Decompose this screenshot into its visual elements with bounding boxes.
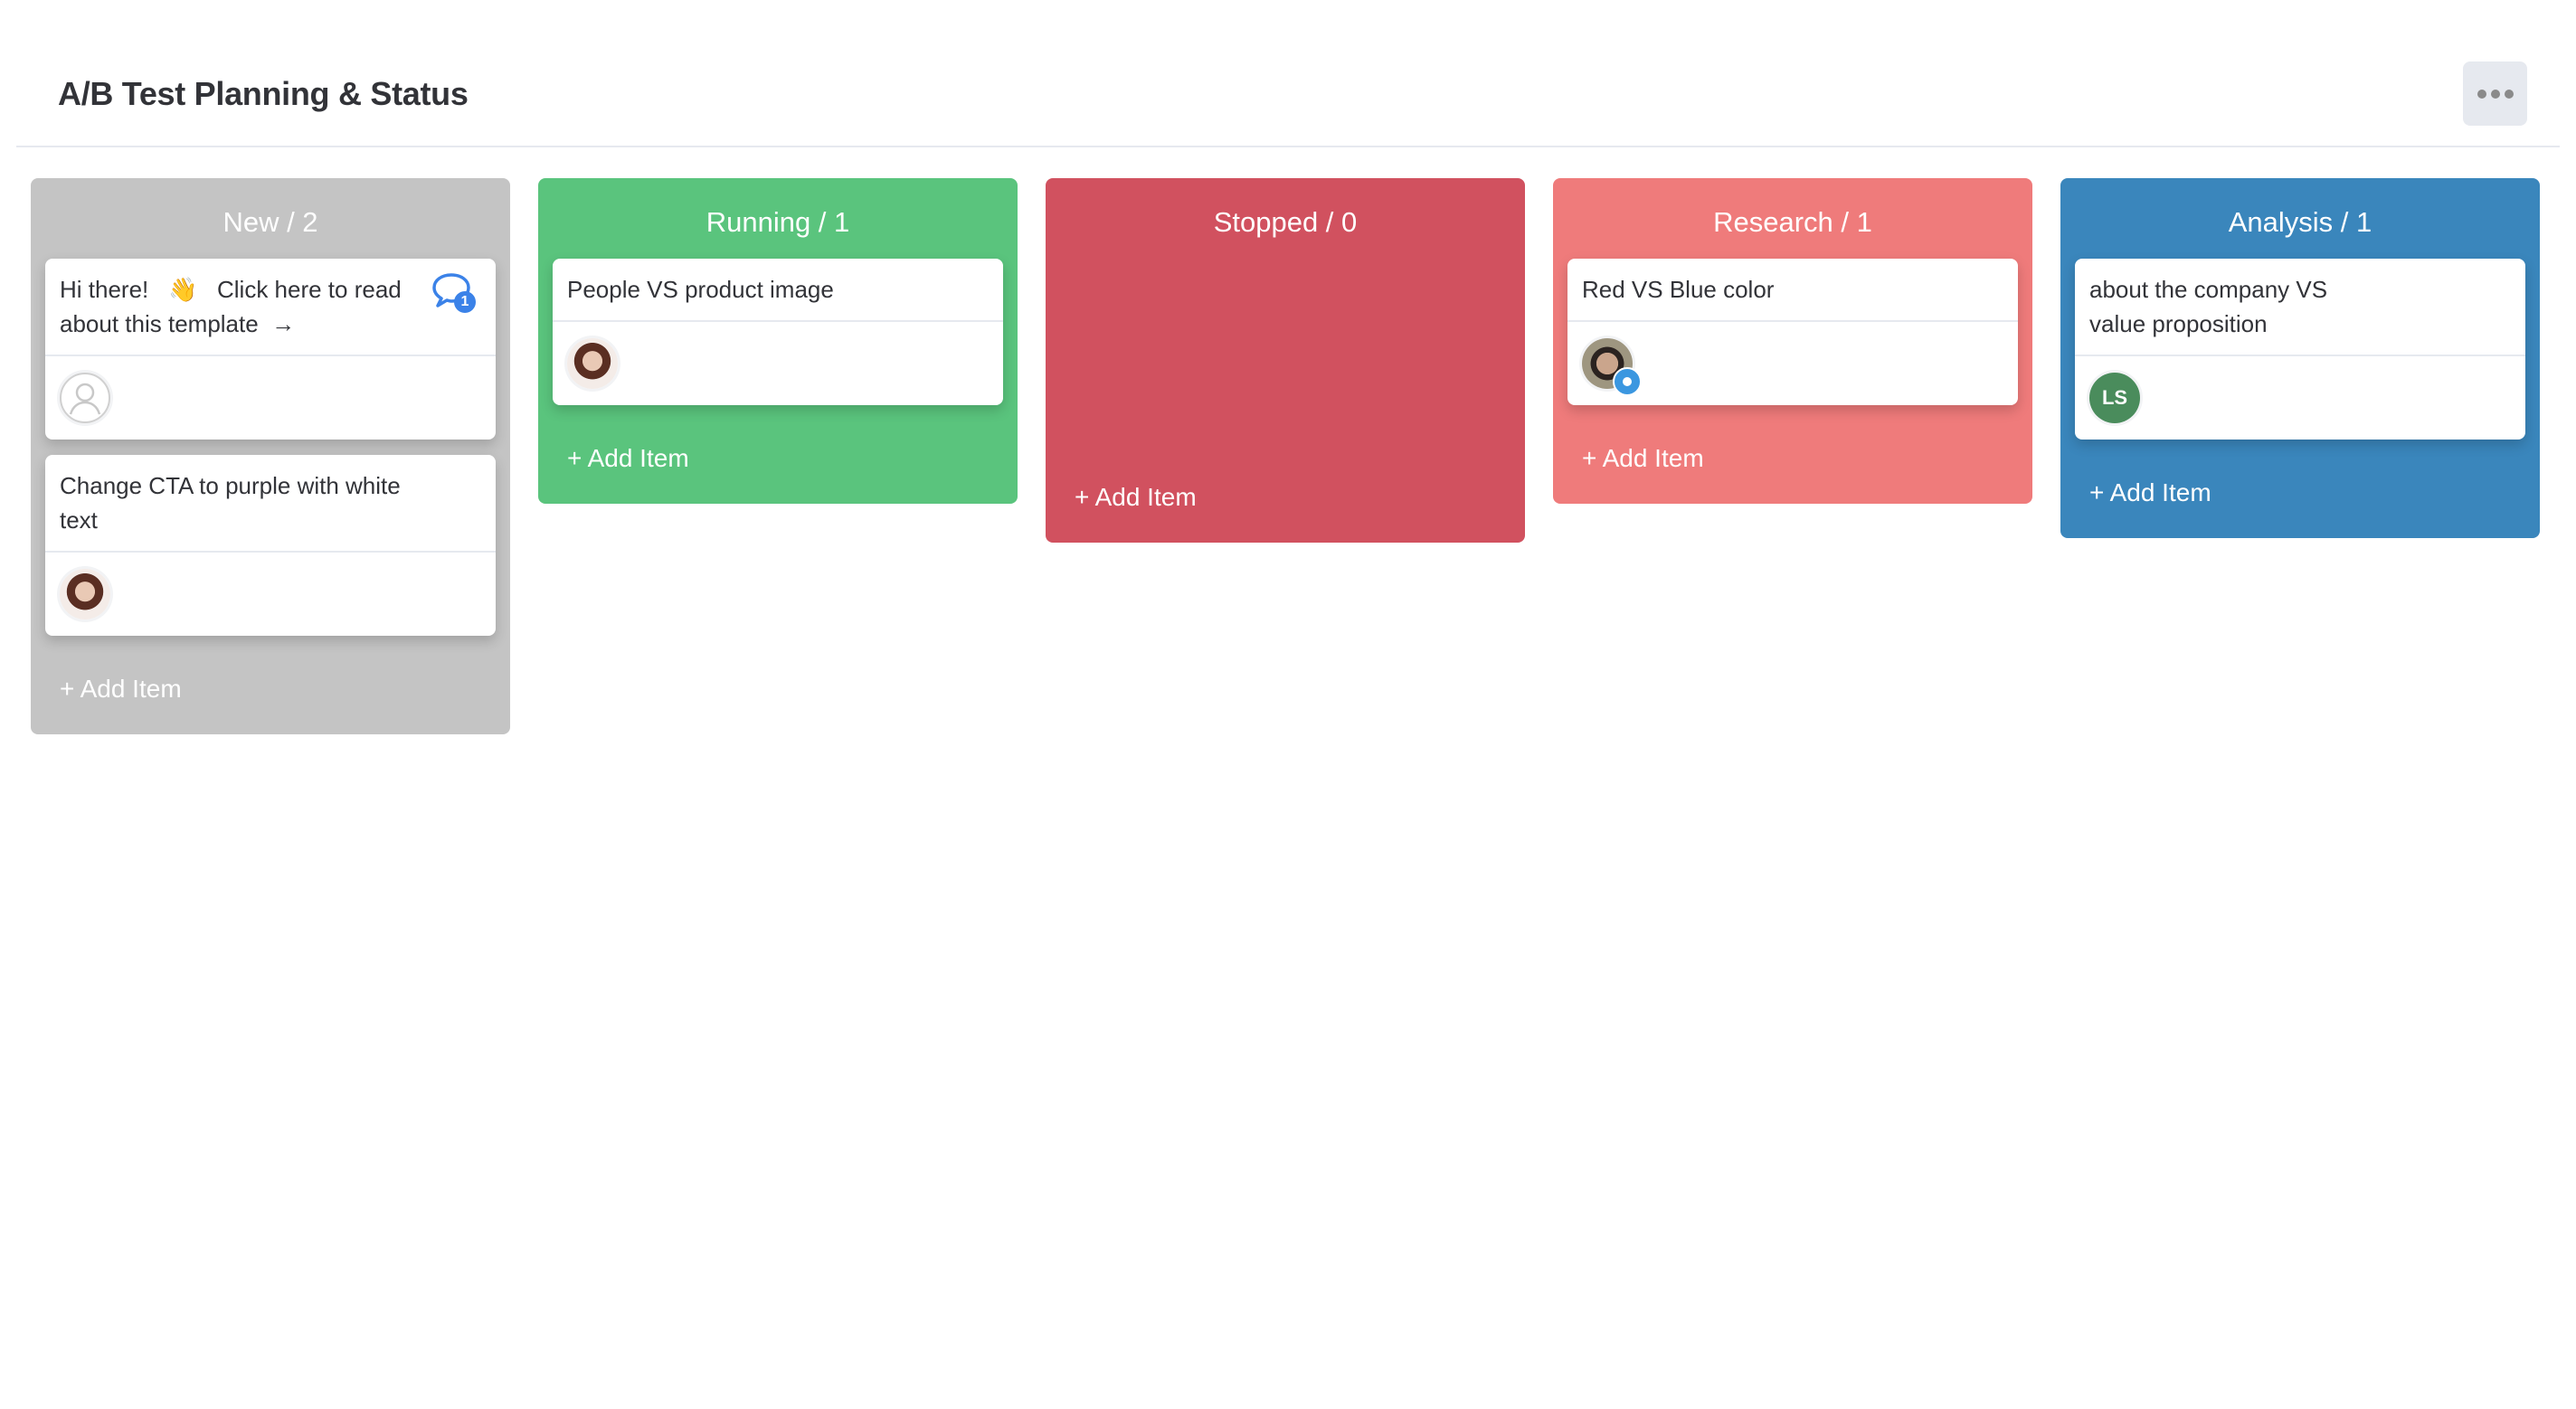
column-header[interactable]: Stopped / 0 [1046, 178, 1525, 259]
add-item-button[interactable]: + Add Item [1046, 468, 1525, 526]
card-title[interactable]: Change CTA to purple with white text [45, 455, 496, 553]
column-stopped: Stopped / 0 + Add Item [1046, 178, 1525, 543]
comment-count-badge: 1 [454, 291, 476, 313]
card[interactable]: People VS product image [553, 259, 1003, 405]
card-footer: LS [2075, 356, 2525, 440]
add-item-button[interactable]: + Add Item [31, 660, 510, 718]
card-footer [553, 322, 1003, 405]
card-title[interactable]: Red VS Blue color [1567, 259, 2018, 322]
arrow-right-icon: → [271, 310, 296, 337]
more-dot [2490, 89, 2500, 99]
add-item-button[interactable]: + Add Item [1553, 430, 2032, 487]
column-header[interactable]: Running / 1 [538, 178, 1018, 259]
comment-button[interactable]: 1 [431, 271, 476, 313]
card-title-text: Hi there! [60, 276, 149, 303]
card-footer [45, 553, 496, 636]
card[interactable]: Change CTA to purple with white text [45, 455, 496, 636]
column-running: Running / 1 People VS product image + Ad… [538, 178, 1018, 504]
assignee-avatar-initials[interactable]: LS [2089, 373, 2140, 423]
column-header[interactable]: Research / 1 [1553, 178, 2032, 259]
column-research: Research / 1 Red VS Blue color + Add Ite… [1553, 178, 2032, 504]
card-footer [45, 356, 496, 440]
unassigned-person-icon[interactable] [60, 373, 110, 423]
card-title[interactable]: about the company VS value proposition [2075, 259, 2525, 356]
assignee-avatar[interactable] [60, 569, 110, 619]
add-item-button[interactable]: + Add Item [538, 430, 1018, 487]
wave-emoji-icon: 👋 [167, 276, 198, 303]
column-analysis: Analysis / 1 about the company VS value … [2060, 178, 2540, 538]
more-dot [2504, 89, 2514, 99]
card[interactable]: Hi there! 👋 Click here to read about thi… [45, 259, 496, 440]
column-header[interactable]: New / 2 [31, 178, 510, 259]
empty-column-area [1046, 259, 1525, 468]
card-title[interactable]: Hi there! 👋 Click here to read about thi… [45, 259, 496, 356]
header-divider [16, 146, 2560, 147]
person-icon [69, 383, 101, 415]
kanban-board: New / 2 Hi there! 👋 Click here to read a… [31, 178, 2540, 734]
column-header[interactable]: Analysis / 1 [2060, 178, 2540, 259]
column-new: New / 2 Hi there! 👋 Click here to read a… [31, 178, 510, 734]
page-title: A/B Test Planning & Status [58, 75, 469, 112]
card-title[interactable]: People VS product image [553, 259, 1003, 322]
more-horizontal-icon [2477, 89, 2486, 99]
card-footer [1567, 322, 2018, 405]
assignee-avatar[interactable] [1582, 338, 1642, 396]
assignee-avatar[interactable] [567, 338, 618, 389]
add-item-button[interactable]: + Add Item [2060, 464, 2540, 522]
card[interactable]: Red VS Blue color [1567, 259, 2018, 405]
eye-icon [1613, 367, 1642, 396]
card[interactable]: about the company VS value proposition L… [2075, 259, 2525, 440]
board-menu-button[interactable] [2463, 61, 2527, 126]
